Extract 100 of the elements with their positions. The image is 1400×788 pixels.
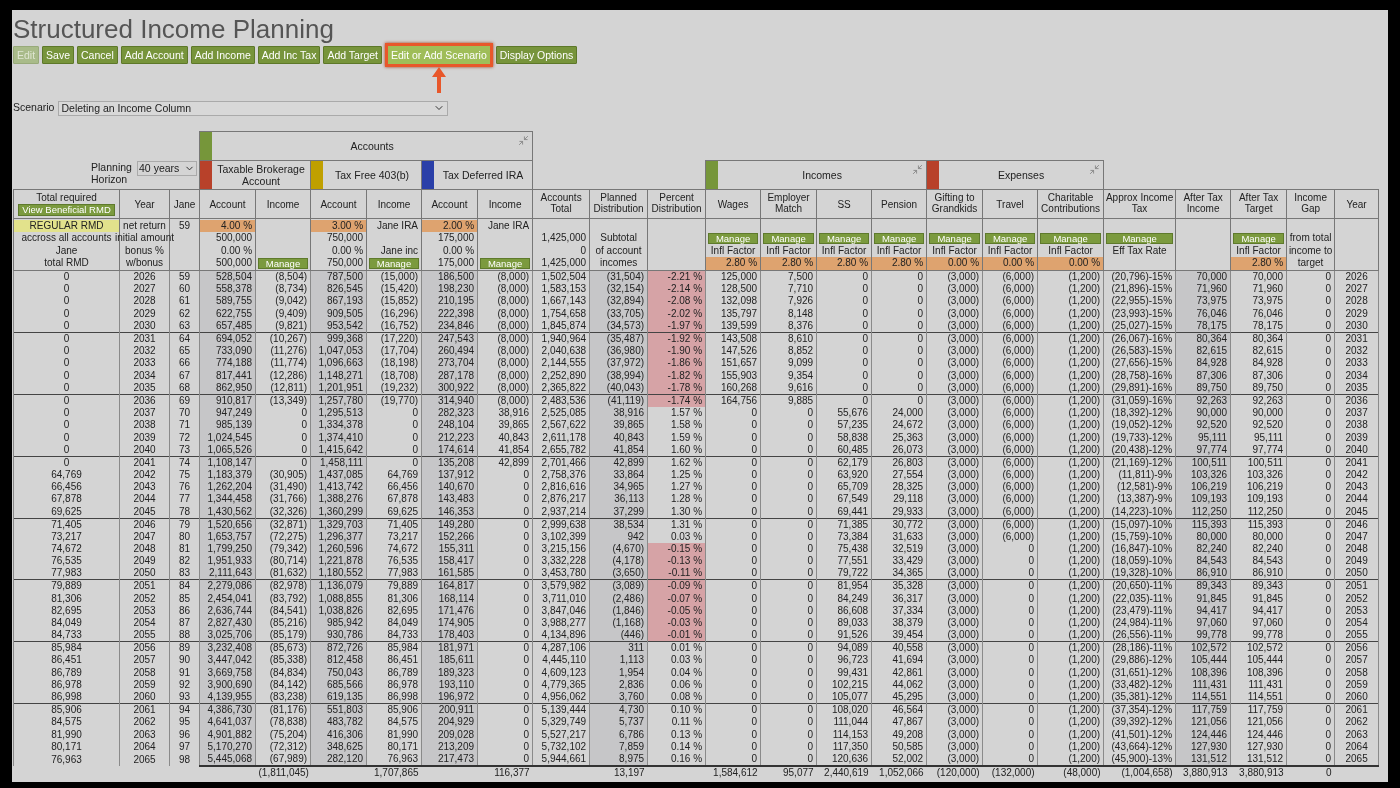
manage-button[interactable]: Manage xyxy=(874,232,925,244)
table-cell: 2042 xyxy=(1334,468,1379,481)
table-cell: (1,200) xyxy=(1037,678,1104,692)
table-cell: 0 xyxy=(366,431,422,444)
table-cell: 80,000 xyxy=(1230,530,1287,543)
table-cell: 28,325 xyxy=(871,480,927,494)
table-cell: (3,000) xyxy=(926,666,983,679)
table-cell: 4,641,037 xyxy=(199,716,256,729)
table-cell: 2,483,536 xyxy=(532,394,590,407)
table-cell: 0 xyxy=(255,456,311,469)
rate-field[interactable]: 2.80 % xyxy=(817,257,872,270)
rate-field[interactable]: 0.00 % xyxy=(1038,257,1104,270)
table-cell: (84,834) xyxy=(255,666,311,679)
table-cell: (8,000) xyxy=(477,319,533,333)
column-header: Year xyxy=(133,198,156,210)
table-cell: (1,200) xyxy=(1037,629,1104,642)
table-cell: 86 xyxy=(169,604,200,618)
toolbar-button[interactable]: Add Income xyxy=(190,46,255,64)
table-cell: 0 xyxy=(477,567,533,580)
table-cell: 0 xyxy=(1286,592,1335,605)
table-cell: (6,000) xyxy=(982,344,1038,358)
manage-button[interactable]: Manage xyxy=(708,232,759,244)
manage-button[interactable]: Manage xyxy=(1233,232,1285,244)
toolbar-button[interactable]: Add Account xyxy=(120,46,188,64)
view-rmd-button[interactable]: View Beneficial RMD xyxy=(18,204,115,216)
table-cell: (1,200) xyxy=(1037,307,1104,320)
rate-field[interactable]: 0.00 % xyxy=(983,257,1038,270)
scenario-dropdown[interactable]: Deleting an Income Column xyxy=(58,100,449,116)
table-cell: 0 xyxy=(982,753,1038,767)
collapse-icon[interactable] xyxy=(912,164,924,175)
table-cell: 1,180,552 xyxy=(310,567,367,580)
table-cell: (35,381)-12% xyxy=(1103,691,1176,704)
toolbar-button[interactable]: Edit or Add Scenario xyxy=(385,43,493,67)
table-cell: 76 xyxy=(169,480,200,494)
table-cell: 37,334 xyxy=(871,604,927,618)
rate-field[interactable]: 0.00 % xyxy=(927,257,983,270)
table-cell: (1,200) xyxy=(1037,295,1104,308)
rate-field[interactable]: 2.80 % xyxy=(761,257,817,270)
total-value: (120,000) xyxy=(936,767,980,779)
table-cell: (37,972) xyxy=(589,357,648,370)
planning-horizon-dropdown[interactable]: 40 years xyxy=(137,161,198,176)
manage-button[interactable]: Manage xyxy=(929,232,981,244)
table-cell: 1,754,658 xyxy=(532,307,590,320)
manage-button[interactable]: Manage xyxy=(985,232,1036,244)
toolbar-button[interactable]: Cancel xyxy=(77,46,118,64)
table-cell: 164,756 xyxy=(705,394,761,407)
table-cell: 589,755 xyxy=(199,295,256,308)
table-cell: 0 xyxy=(705,740,761,754)
rate-field[interactable]: 2.80 % xyxy=(706,257,761,270)
table-cell: 0 xyxy=(982,542,1038,556)
table-cell: 99,431 xyxy=(816,666,872,679)
table-cell: 2053 xyxy=(119,604,170,618)
toolbar-button[interactable]: Save xyxy=(42,46,75,64)
manage-button[interactable]: Manage xyxy=(480,257,531,269)
table-cell: (3,000) xyxy=(926,703,983,717)
table-cell: 71,405 xyxy=(366,518,422,531)
rate-field[interactable]: 3.00 % xyxy=(311,219,367,232)
table-cell: (446) xyxy=(589,629,648,642)
table-cell: 2056 xyxy=(1334,641,1379,655)
table-cell: 114,551 xyxy=(1175,691,1231,704)
rate-field[interactable]: 2.80 % xyxy=(1231,257,1287,270)
table-cell: 0 xyxy=(705,567,761,580)
table-cell: (1,200) xyxy=(1037,666,1104,679)
table-cell: 558,378 xyxy=(199,283,256,296)
table-cell: 2038 xyxy=(119,419,170,432)
toolbar-button[interactable]: Display Options xyxy=(495,46,578,64)
table-cell: 2,525,085 xyxy=(532,406,590,420)
collapse-icon[interactable] xyxy=(1089,164,1101,175)
table-cell: 7,500 xyxy=(760,270,817,283)
column-header: Employer Match xyxy=(766,192,811,214)
rate-field[interactable]: 4.00 % xyxy=(200,219,256,232)
table-cell: 81,990 xyxy=(13,728,120,741)
table-cell: 84,049 xyxy=(13,617,120,630)
column-header: After Tax Target xyxy=(1237,192,1280,214)
table-cell: 178,403 xyxy=(421,629,478,642)
manage-button[interactable]: Manage xyxy=(258,257,309,269)
table-cell: 115,393 xyxy=(1175,518,1231,531)
manage-button[interactable]: Manage xyxy=(819,232,870,244)
table-cell: 1,257,780 xyxy=(310,394,367,407)
toolbar-button[interactable]: Add Target xyxy=(323,46,382,64)
manage-button[interactable]: Manage xyxy=(1040,232,1102,244)
table-cell: 817,441 xyxy=(199,369,256,382)
total-value: 13,197 xyxy=(614,767,645,779)
group-title: Tax Free 403(b) xyxy=(334,169,410,181)
rate-field[interactable]: 2.80 % xyxy=(872,257,927,270)
table-cell: (3,000) xyxy=(926,344,983,358)
manage-button[interactable]: Manage xyxy=(1106,232,1174,244)
table-cell: 0.11 % xyxy=(647,716,706,729)
table-cell: 0 xyxy=(982,592,1038,605)
manage-button[interactable]: Manage xyxy=(763,232,815,244)
collapse-icon[interactable] xyxy=(518,135,530,146)
rate-field[interactable]: 2.00 % xyxy=(422,219,478,232)
manage-button[interactable]: Manage xyxy=(369,257,420,269)
table-cell: (41,119) xyxy=(589,394,648,407)
table-cell: (6,000) xyxy=(982,270,1038,283)
table-cell: 42,899 xyxy=(477,456,533,469)
toolbar-button[interactable]: Add Inc Tax xyxy=(257,46,321,64)
table-cell: 84,543 xyxy=(1175,555,1231,568)
table-cell: (6,000) xyxy=(982,456,1038,469)
table-cell: 87,306 xyxy=(1230,369,1287,382)
